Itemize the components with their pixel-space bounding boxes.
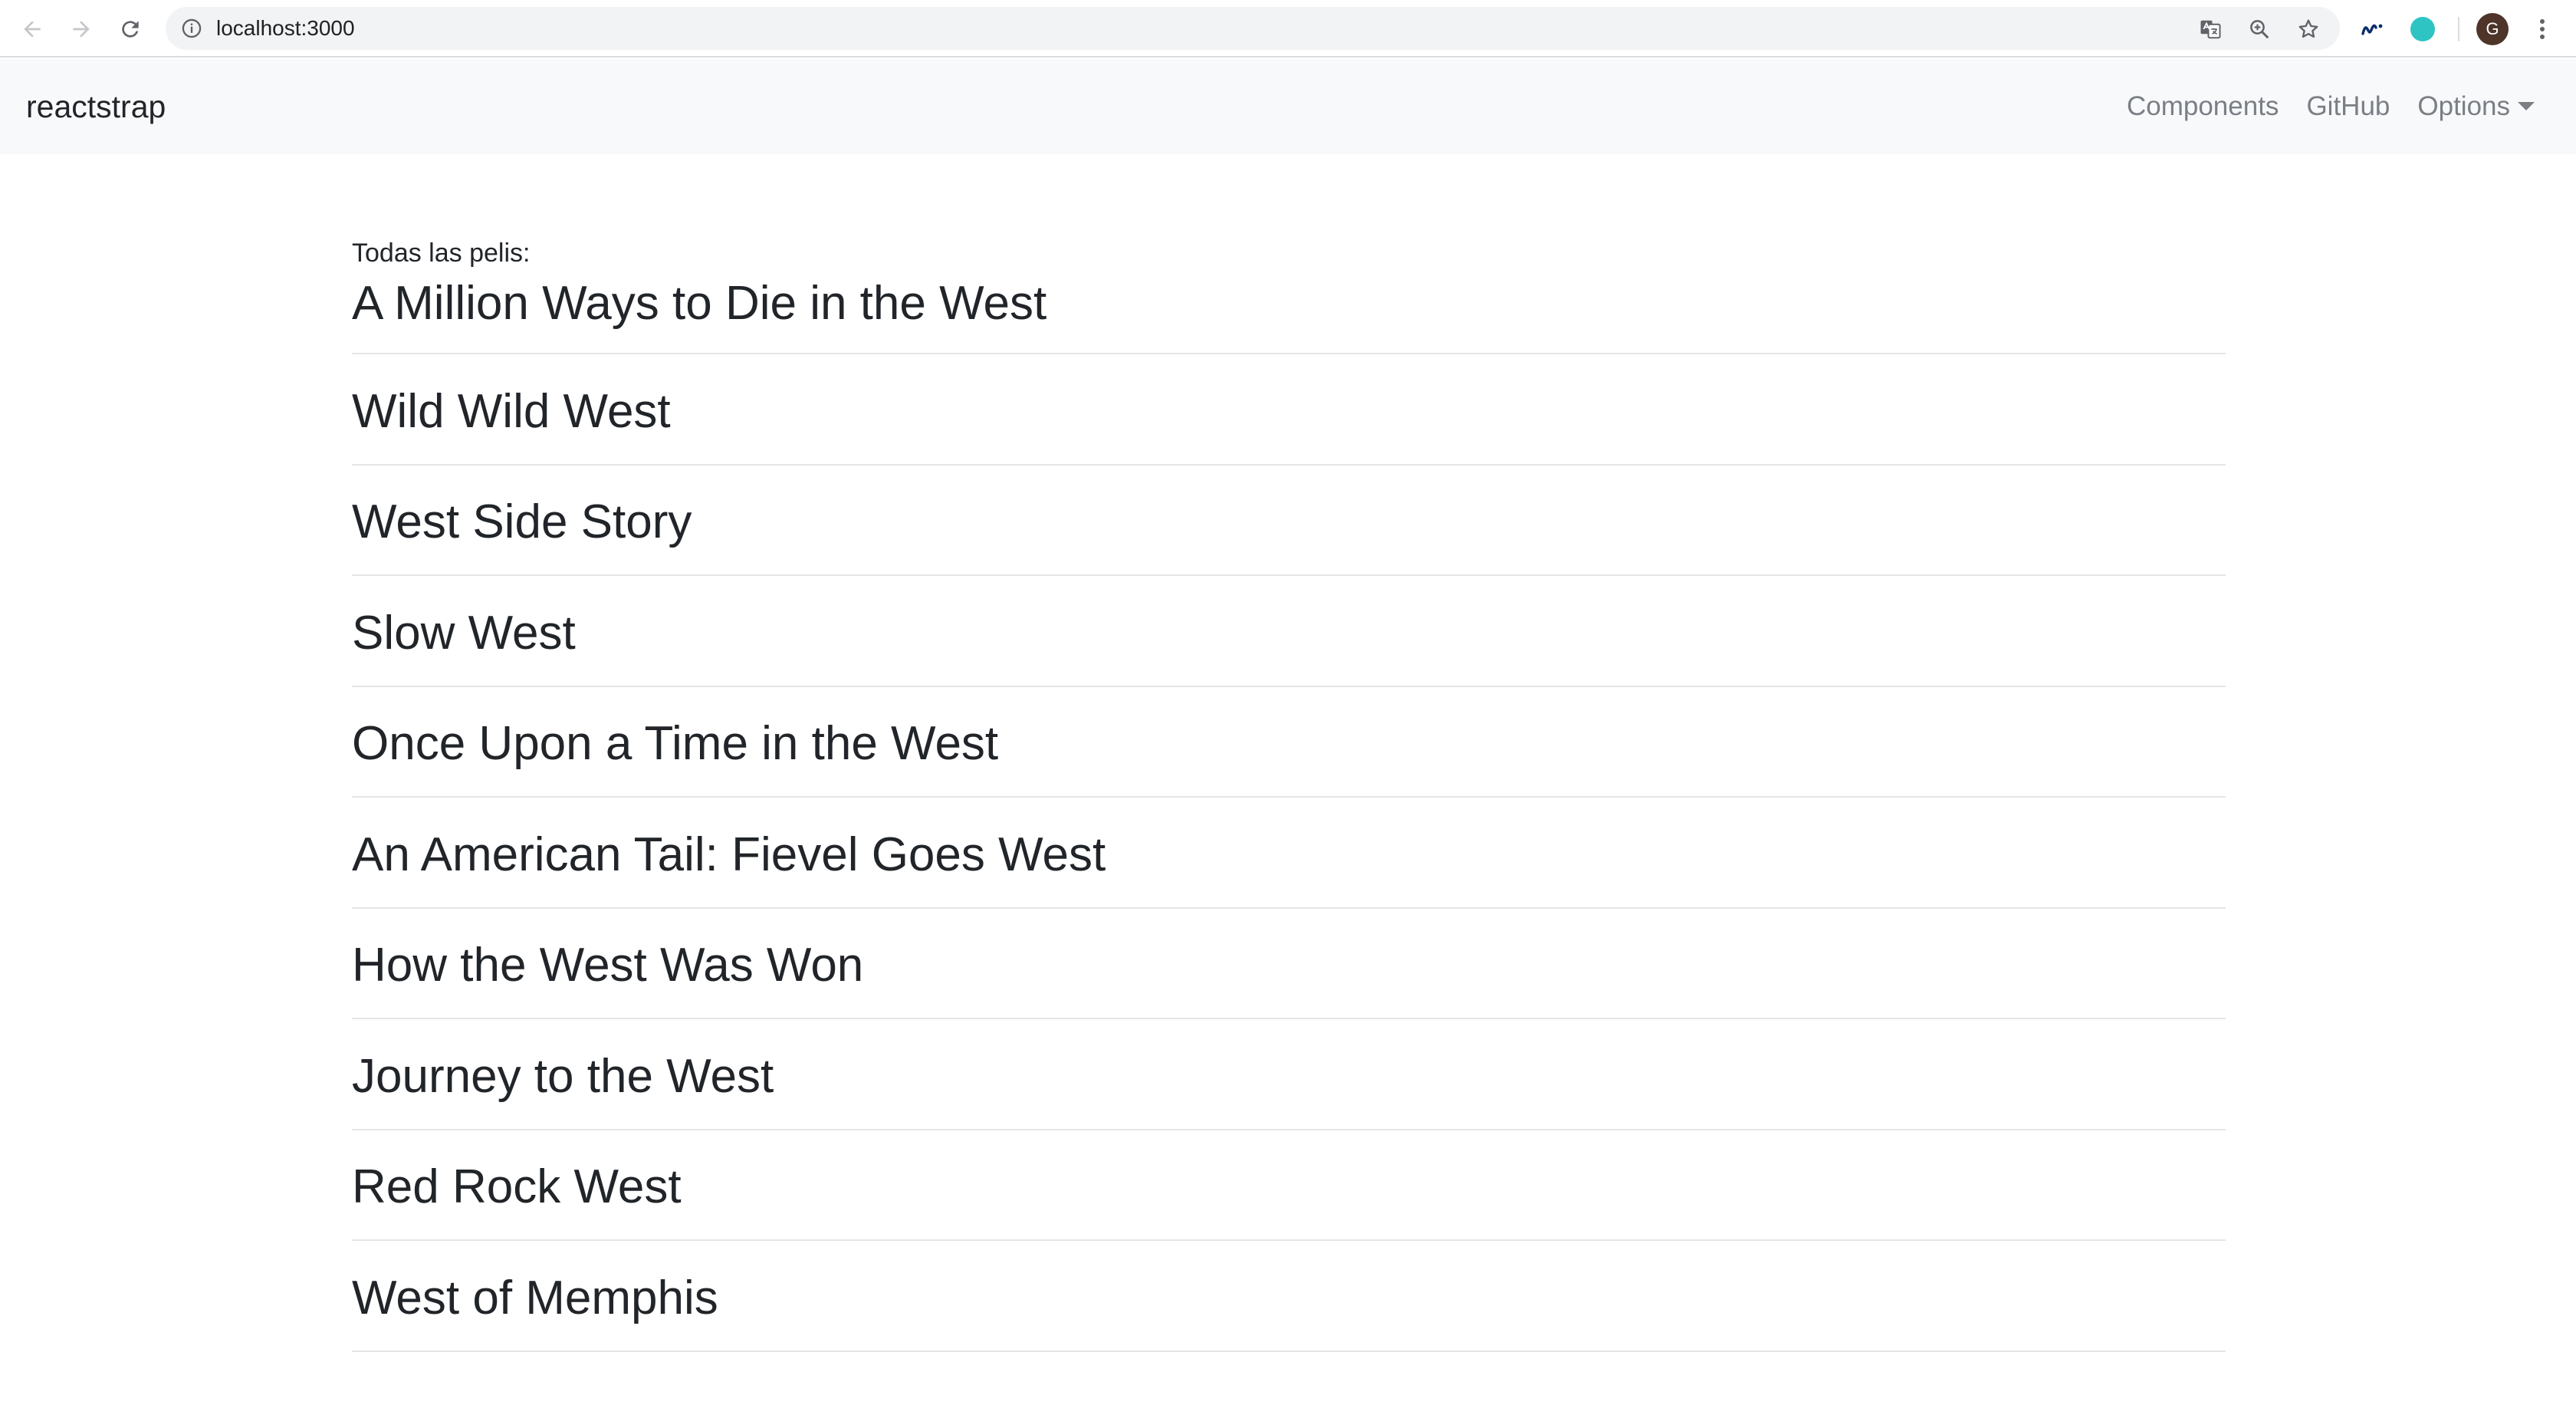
- star-icon[interactable]: [2297, 18, 2320, 41]
- list-item: Once Upon a Time in the West: [352, 687, 2226, 798]
- address-bar[interactable]: localhost:3000: [166, 7, 2340, 50]
- movie-list-section: Todas las pelis: A Million Ways to Die i…: [352, 230, 2226, 1352]
- nav-link-components[interactable]: Components: [2127, 91, 2279, 122]
- list-item: Journey to the West: [352, 1019, 2226, 1130]
- list-item: How the West Was Won: [352, 909, 2226, 1019]
- reload-icon[interactable]: [115, 14, 146, 44]
- app-navbar: reactstrap Components GitHub Options: [0, 59, 2576, 154]
- url-text: localhost:3000: [216, 16, 355, 40]
- movie-list: A Million Ways to Die in the West Wild W…: [352, 276, 2226, 1352]
- toolbar-divider: [2458, 17, 2459, 41]
- translate-icon[interactable]: [2199, 18, 2222, 41]
- list-item: Slow West: [352, 576, 2226, 687]
- caret-down-icon: [2518, 102, 2535, 110]
- list-item: An American Tail: Fievel Goes West: [352, 798, 2226, 909]
- nav-link-github[interactable]: GitHub: [2306, 91, 2390, 122]
- zoom-icon[interactable]: [2248, 18, 2271, 41]
- avatar[interactable]: G: [2476, 13, 2509, 45]
- movistar-extension-icon[interactable]: [2358, 14, 2389, 44]
- more-menu-icon[interactable]: [2527, 14, 2558, 44]
- forward-icon[interactable]: [66, 14, 97, 44]
- browser-toolbar: localhost:3000 G: [0, 0, 2576, 58]
- list-item: A Million Ways to Die in the West: [352, 276, 2226, 354]
- nav-dropdown-options[interactable]: Options: [2417, 91, 2535, 122]
- list-item: Wild Wild West: [352, 354, 2226, 466]
- teal-extension-icon[interactable]: [2407, 14, 2438, 44]
- list-heading: Todas las pelis:: [352, 239, 531, 268]
- info-icon[interactable]: [181, 18, 202, 39]
- nav-links: Components GitHub Options: [2127, 59, 2535, 154]
- nav-dropdown-options-label: Options: [2417, 91, 2510, 121]
- list-item: Red Rock West: [352, 1130, 2226, 1241]
- list-item: West Side Story: [352, 466, 2226, 576]
- list-item: West of Memphis: [352, 1241, 2226, 1352]
- back-icon[interactable]: [17, 14, 48, 44]
- navbar-brand[interactable]: reactstrap: [26, 59, 166, 154]
